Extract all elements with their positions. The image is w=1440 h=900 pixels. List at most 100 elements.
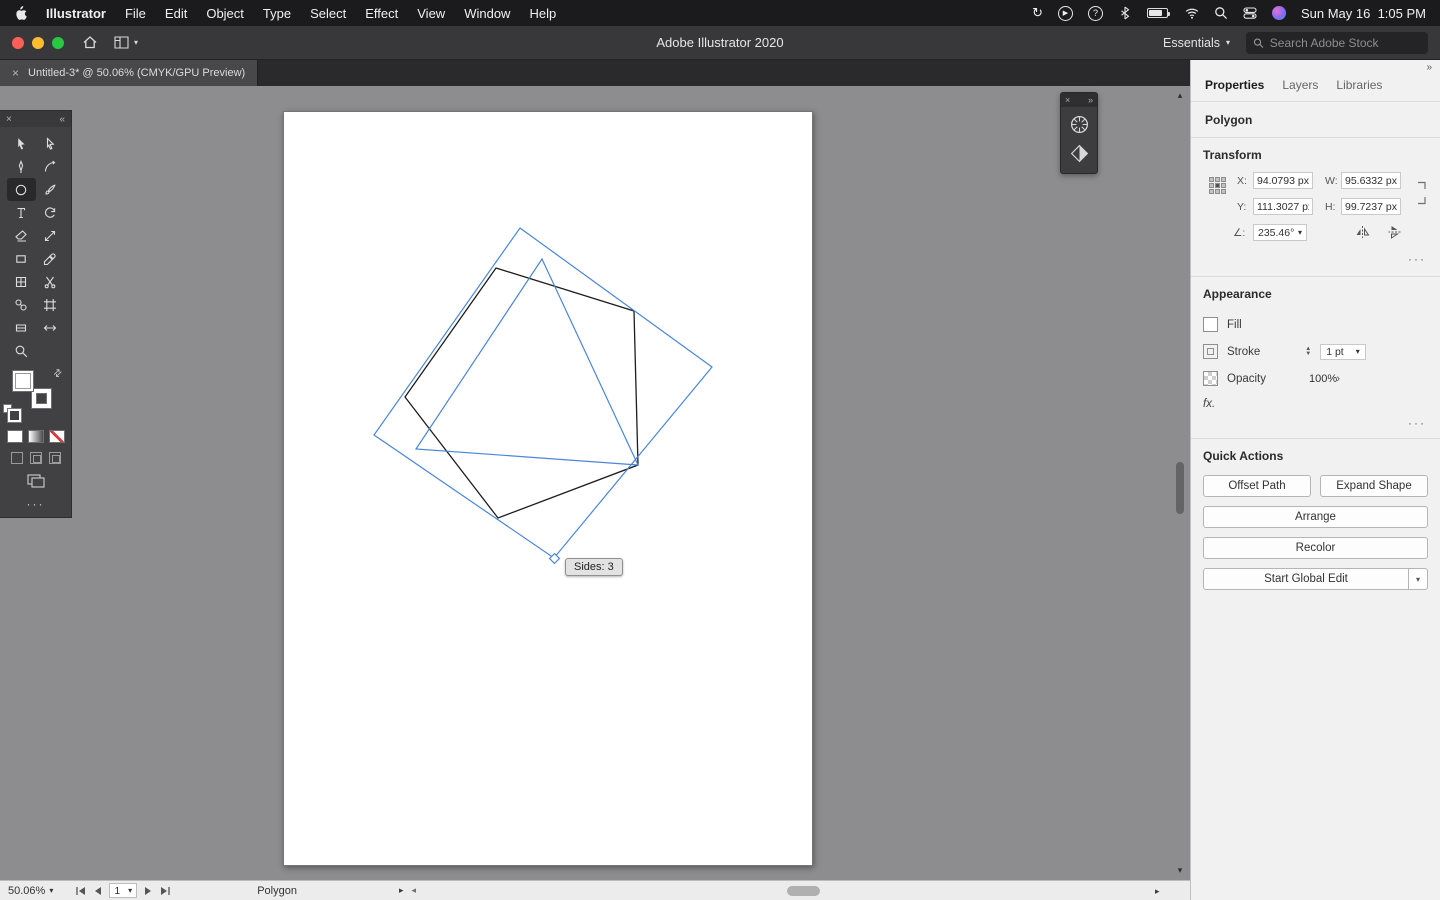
direct-selection-tool[interactable] [36,132,65,155]
gradient-mode-button[interactable] [28,430,44,443]
status-expand-arrow[interactable]: ▸ [399,885,404,896]
fill-swatch[interactable] [1203,317,1218,332]
arrange-documents-button[interactable]: ▾ [114,36,138,49]
appearance-more-options-icon[interactable]: ··· [1408,416,1426,430]
paintbrush-tool[interactable] [36,178,65,201]
siri-icon[interactable] [1272,5,1286,21]
reference-point-locator[interactable] [1209,177,1226,194]
home-icon[interactable] [82,35,98,50]
rectangle-tool[interactable] [7,247,36,270]
battery-icon[interactable] [1147,5,1170,21]
workspace-switcher[interactable]: Essentials▾ [1163,36,1230,50]
floating-panel-expand-icon[interactable]: » [1088,95,1093,105]
apple-menu-icon[interactable] [14,5,27,21]
w-field[interactable] [1341,172,1401,189]
stroke-swatch[interactable] [1203,344,1218,359]
artboard-tool[interactable] [36,293,65,316]
pen-tool[interactable] [7,155,36,178]
last-artboard-button[interactable] [160,886,171,896]
flip-vertical-icon[interactable] [1388,225,1402,240]
stock-search-input[interactable] [1270,36,1421,50]
previous-artboard-button[interactable] [93,886,102,896]
menu-item[interactable]: File [125,6,146,21]
play-icon[interactable]: ▶ [1058,6,1073,21]
screen-mode-icon[interactable] [0,474,71,488]
scroll-left-arrow[interactable]: ◂ [411,885,416,896]
constrain-proportions-icon[interactable] [1415,178,1429,208]
type-tool[interactable] [7,201,36,224]
control-center-icon[interactable] [1243,5,1257,21]
expand-shape-button[interactable]: Expand Shape [1320,475,1428,497]
zoom-level-control[interactable]: 50.06%▾ [0,885,61,897]
default-fill-stroke-icon[interactable] [3,404,12,413]
arrange-button[interactable]: Arrange [1203,506,1428,528]
color-guide-icon[interactable] [1069,143,1090,164]
wifi-icon[interactable] [1185,5,1199,21]
panel-collapse-icon[interactable]: » [1426,62,1432,73]
transform-more-options-icon[interactable]: ··· [1408,252,1426,266]
scroll-up-arrow[interactable]: ▴ [1178,90,1183,101]
scale-tool[interactable] [36,224,65,247]
none-mode-button[interactable] [49,430,65,443]
first-artboard-button[interactable] [75,886,86,896]
curvature-tool[interactable] [36,155,65,178]
zoom-tool[interactable] [7,339,36,362]
flip-horizontal-icon[interactable] [1355,225,1370,239]
window-close-button[interactable] [12,37,24,49]
menu-item[interactable]: Help [529,6,556,21]
help-icon[interactable]: ? [1088,6,1103,21]
ellipse-tool[interactable] [7,178,36,201]
scroll-right-arrow[interactable]: ▸ [1155,886,1160,897]
panel-tab[interactable]: Libraries [1336,78,1382,92]
stock-search-box[interactable] [1246,32,1428,54]
canvas-pasteboard[interactable]: Sides: 3 × « [0,86,1190,880]
fill-color-swatch[interactable] [12,370,34,392]
horizontal-scrollbar-thumb[interactable] [787,886,820,896]
color-wheel-icon[interactable] [1069,114,1090,135]
width-tool[interactable] [36,316,65,339]
panel-tab[interactable]: Properties [1205,78,1264,92]
draw-inside-icon[interactable] [49,452,61,464]
x-field[interactable] [1253,172,1313,189]
menu-item[interactable]: View [417,6,445,21]
bluetooth-icon[interactable] [1118,5,1132,21]
opacity-swatch[interactable] [1203,371,1218,386]
anchor-handle[interactable] [550,554,560,564]
rotate-tool[interactable] [36,201,65,224]
draw-normal-icon[interactable] [11,452,23,464]
document-tab[interactable]: × Untitled-3* @ 50.06% (CMYK/GPU Preview… [0,60,258,86]
menu-item[interactable]: Object [206,6,244,21]
scissors-tool[interactable] [36,270,65,293]
menu-item[interactable]: Edit [165,6,187,21]
start-global-edit-button[interactable]: Start Global Edit ▾ [1203,568,1428,590]
panel-tab[interactable]: Layers [1282,78,1318,92]
menu-item[interactable]: Type [263,6,291,21]
y-field[interactable] [1253,198,1313,215]
swap-fill-stroke-icon[interactable]: ⇄ [51,367,65,381]
selection-tool[interactable] [7,132,36,155]
floating-panel-close-icon[interactable]: × [1065,95,1070,105]
scroll-down-arrow[interactable]: ▾ [1178,865,1183,876]
fx-button[interactable]: fx. [1203,398,1215,410]
stroke-color-swatch[interactable] [31,388,52,409]
vertical-scrollbar-thumb[interactable] [1176,462,1184,514]
menu-item[interactable]: Window [464,6,510,21]
tools-panel-collapse-icon[interactable]: « [59,114,65,125]
gradient-tool[interactable] [7,316,36,339]
eraser-tool[interactable] [7,224,36,247]
recolor-button[interactable]: Recolor [1203,537,1428,559]
tab-close-icon[interactable]: × [12,66,19,80]
stroke-weight-stepper[interactable]: ▲▼ [1305,347,1311,357]
menubar-clock[interactable]: Sun May 16 1:05 PM [1301,6,1426,21]
menu-item[interactable]: Select [310,6,346,21]
opacity-value[interactable]: 100% [1309,373,1337,385]
window-maximize-button[interactable] [52,37,64,49]
edit-toolbar-icon[interactable]: ··· [0,497,71,511]
sync-icon[interactable]: ↻ [1032,5,1043,21]
tools-panel-close-icon[interactable]: × [6,114,12,125]
artboard[interactable] [283,111,813,866]
global-edit-dropdown-icon[interactable]: ▾ [1408,569,1427,589]
offset-path-button[interactable]: Offset Path [1203,475,1311,497]
vertical-scrollbar[interactable]: ▴ ▾ [1173,90,1187,876]
stroke-weight-dropdown[interactable]: 1 pt▾ [1320,344,1366,360]
